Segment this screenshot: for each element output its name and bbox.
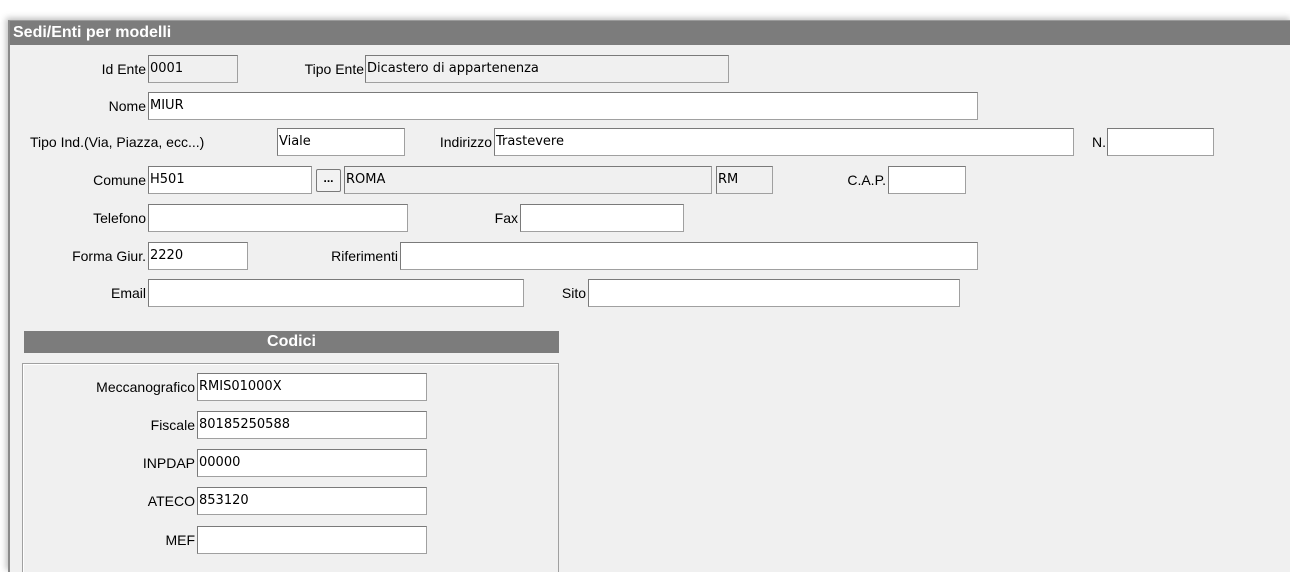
telefono-field[interactable] <box>148 204 408 232</box>
indirizzo-label: Indirizzo <box>439 134 492 150</box>
tipo-ente-field[interactable]: Dicastero di appartenenza <box>365 55 729 83</box>
numero-field[interactable] <box>1107 128 1214 156</box>
sito-field[interactable] <box>588 279 960 307</box>
fiscale-field[interactable]: 80185250588 <box>197 411 427 439</box>
email-label: Email <box>110 285 146 301</box>
forma-giur-field[interactable]: 2220 <box>148 242 248 270</box>
tipo-ind-label: Tipo Ind.(Via, Piazza, ecc...) <box>30 134 205 150</box>
riferimenti-label: Riferimenti <box>331 248 398 264</box>
ateco-label: ATECO <box>147 493 195 509</box>
mef-label: MEF <box>165 532 195 548</box>
codici-section-header: Codici <box>24 331 559 353</box>
meccanografico-field[interactable]: RMIS01000X <box>197 373 427 401</box>
meccanografico-label: Meccanografico <box>96 379 195 395</box>
mef-field[interactable] <box>197 526 427 554</box>
comune-lookup-button[interactable]: ... <box>316 169 341 192</box>
tipo-ente-label: Tipo Ente <box>304 61 364 77</box>
comune-name-field[interactable]: ROMA <box>344 166 712 194</box>
comune-province-field[interactable]: RM <box>716 166 773 194</box>
id-ente-label: Id Ente <box>101 61 146 77</box>
riferimenti-field[interactable] <box>400 242 978 270</box>
form-panel: Sedi/Enti per modelli Id Ente 0001 Tipo … <box>8 20 1290 572</box>
sito-label: Sito <box>561 285 586 301</box>
forma-giur-label: Forma Giur. <box>72 248 146 264</box>
nome-label: Nome <box>108 98 146 114</box>
fax-label: Fax <box>494 210 518 226</box>
cap-field[interactable] <box>888 166 966 194</box>
fiscale-label: Fiscale <box>150 417 195 433</box>
numero-label: N. <box>1092 134 1106 150</box>
inpdap-label: INPDAP <box>142 455 195 471</box>
id-ente-field[interactable]: 0001 <box>148 55 238 83</box>
panel-title: Sedi/Enti per modelli <box>10 21 1290 45</box>
inpdap-field[interactable]: 00000 <box>197 449 427 477</box>
tipo-ind-field[interactable]: Viale <box>277 128 405 156</box>
fax-field[interactable] <box>520 204 684 232</box>
ateco-field[interactable]: 853120 <box>197 487 427 515</box>
comune-label: Comune <box>93 172 146 188</box>
nome-field[interactable]: MIUR <box>148 92 978 120</box>
comune-code-field[interactable]: H501 <box>148 166 312 194</box>
email-field[interactable] <box>148 279 524 307</box>
telefono-label: Telefono <box>93 210 146 226</box>
indirizzo-field[interactable]: Trastevere <box>494 128 1074 156</box>
cap-label: C.A.P. <box>847 172 886 188</box>
